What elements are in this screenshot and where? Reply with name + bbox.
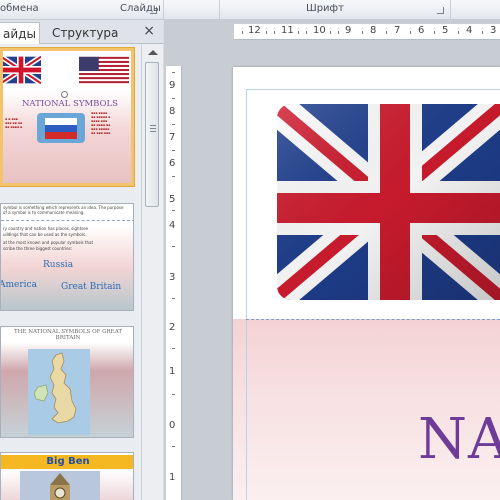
guide-line — [246, 319, 500, 320]
font-launcher-icon[interactable] — [437, 7, 444, 14]
slide1-thumb-title: NATIONAL SYMBOLS — [21, 99, 118, 109]
ruler-label: 4 — [466, 25, 473, 36]
ruler-tick — [172, 98, 175, 99]
ruler-label: 4 — [169, 220, 176, 231]
tab-outline[interactable]: Структура — [46, 22, 124, 44]
ribbon-separator — [219, 0, 220, 20]
slide4-thumb-title: Big Ben — [1, 455, 133, 469]
ruler-label: 7 — [169, 132, 176, 143]
ruler-tick — [362, 31, 363, 34]
grip-line — [150, 125, 156, 126]
ribbon-separator — [163, 0, 164, 20]
grip-line — [150, 131, 156, 132]
ribbon-group-clipboard: обмена — [0, 3, 39, 14]
slide3-thumb-caption: THE NATIONAL SYMBOLS OF GREAT BRITAIN — [13, 329, 123, 341]
ruler-tick — [306, 31, 307, 34]
slide-thumbnail-1[interactable]: NATIONAL SYMBOLS ▪ ▪ ▪▪▪ ▪▪▪ ▪▪ ▪▪ ▪▪ ▪▪▪▪… — [0, 48, 134, 186]
ruler-label: 2 — [169, 322, 176, 333]
ruler-tick — [274, 31, 275, 34]
ribbon-group-font: Шрифт — [306, 3, 344, 14]
ribbon-group-labels: обмена Слайды Шрифт — [0, 0, 500, 20]
slide-thumbnail-4[interactable]: Big Ben — [0, 452, 134, 500]
scrollbar-thumb[interactable] — [145, 62, 159, 207]
vertical-ruler: 9 8 7 6 5 4 3 2 1 0 1 — [166, 66, 182, 500]
ruler-tick — [298, 31, 299, 34]
horizontal-ruler: 12 11 10 9 8 7 6 5 4 3 — [234, 24, 500, 40]
ruler-tick — [172, 446, 175, 447]
slide-thumbnail-3[interactable]: THE NATIONAL SYMBOLS OF GREAT BRITAIN — [0, 326, 134, 438]
ruler-tick — [172, 298, 175, 299]
ruler-label: 5 — [169, 194, 176, 205]
ruler-label: 0 — [169, 420, 176, 431]
slide1-thumb-note-right: ▪▪▪ ▪▪▪▪ ▪▪ ▪▪▪▪▪ ▪ ▪▪▪▪ ▪▪▪ ▪▪ ▪▪▪▪ ▪▪ ▪▪▪ … — [91, 111, 111, 135]
ruler-tick — [482, 31, 483, 34]
slide2-word-america: America — [0, 280, 37, 290]
tab-slides[interactable]: айды — [0, 22, 40, 44]
ruler-tick — [172, 124, 175, 125]
ruler-tick — [172, 150, 175, 151]
ruler-label: 9 — [169, 80, 176, 91]
slide2-thumb-line: ry country and nation has places, sights… — [3, 226, 89, 231]
selection-handle[interactable] — [61, 91, 68, 98]
slide2-thumb-line: at the most known and popular symbols th… — [3, 240, 94, 245]
ruler-label: 3 — [169, 272, 176, 283]
uk-flag-icon — [3, 55, 41, 85]
ruler-label: 7 — [394, 25, 401, 36]
slide2-thumb-line: uildings that can be used as the symbols… — [3, 232, 87, 237]
ruler-label: 10 — [313, 25, 326, 36]
slides-panel: айды Структура × NATIONAL SYMBOLS ▪ ▪ ▪▪… — [0, 20, 163, 500]
us-flag-icon — [79, 56, 129, 84]
slide2-word-great-britain: Great Britain — [61, 282, 122, 292]
ruler-label: 8 — [169, 106, 176, 117]
ruler-tick — [172, 210, 175, 211]
slide2-thumb-line: scribe the three biggest countries: — [3, 246, 73, 251]
ruler-tick — [172, 246, 175, 247]
panel-tabs: айды Структура × — [0, 20, 163, 44]
ruler-label: 8 — [370, 25, 377, 36]
ruler-label: 6 — [418, 25, 425, 36]
grip-line — [150, 128, 156, 129]
ruler-label: 12 — [248, 25, 261, 36]
ribbon-separator — [450, 0, 451, 20]
uk-flag-icon — [277, 104, 500, 300]
map-image — [28, 349, 90, 435]
ruler-tick — [266, 31, 267, 34]
guide-line — [1, 220, 133, 221]
ruler-tick — [410, 31, 411, 34]
uk-flag-picture[interactable] — [277, 104, 500, 300]
slide-canvas[interactable]: NA — [233, 67, 500, 500]
slide1-thumb-note-left: ▪ ▪ ▪▪▪ ▪▪▪ ▪▪ ▪▪ ▪▪ ▪▪▪▪ ▪ — [5, 117, 23, 129]
ruler-label: 1 — [169, 472, 176, 483]
russia-flag-icon — [37, 113, 85, 143]
ruler-label: 11 — [281, 25, 294, 36]
ruler-tick — [172, 348, 175, 349]
ruler-label: 3 — [490, 25, 497, 36]
ruler-tick — [242, 31, 243, 34]
ruler-tick — [330, 31, 331, 34]
big-ben-image — [20, 471, 100, 500]
ruler-label: 9 — [345, 25, 352, 36]
ruler-tick — [434, 31, 435, 34]
guide-line — [246, 89, 247, 500]
ruler-label: 5 — [442, 25, 449, 36]
ruler-label: 6 — [169, 158, 176, 169]
slide2-word-russia: Russia — [43, 260, 74, 270]
thumbnails-scrollbar[interactable] — [141, 44, 163, 500]
slide-thumbnails: NATIONAL SYMBOLS ▪ ▪ ▪▪▪ ▪▪▪ ▪▪ ▪▪ ▪▪ ▪▪▪▪… — [0, 44, 141, 500]
ribbon-group-slides: Слайды — [120, 3, 161, 14]
slide-thumbnail-2[interactable]: symbol is something which represents an … — [0, 203, 134, 311]
ruler-tick — [172, 176, 175, 177]
close-icon[interactable]: × — [143, 23, 155, 39]
slide-title[interactable]: NA — [418, 407, 500, 472]
ruler-tick — [386, 31, 387, 34]
ruler-tick — [172, 394, 175, 395]
scroll-up-icon[interactable] — [148, 50, 158, 55]
slide2-thumb-line: of a symbol is to communicate meaning. — [3, 210, 85, 215]
guide-line — [246, 89, 500, 90]
ruler-tick — [172, 72, 175, 73]
ruler-tick — [338, 31, 339, 34]
ruler-tick — [458, 31, 459, 34]
ruler-label: 1 — [169, 366, 176, 377]
